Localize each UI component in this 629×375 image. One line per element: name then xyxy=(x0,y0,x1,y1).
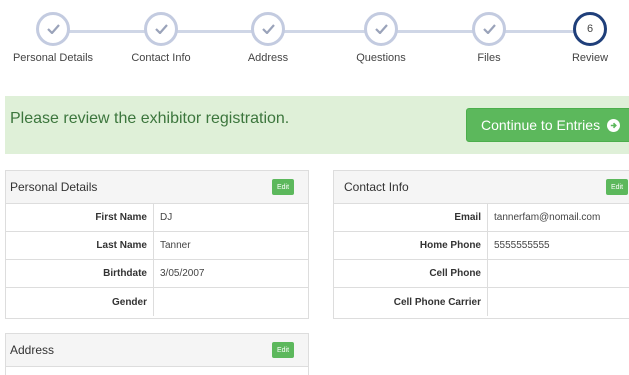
contact-info-panel: Contact Info Edit Email tannerfam@nomail… xyxy=(333,170,629,319)
banner-message: Please review the exhibitor registration… xyxy=(10,110,290,127)
progress-stepper: Personal Details Contact Info Address Qu… xyxy=(0,0,629,90)
field-label: Cell Phone Carrier xyxy=(334,288,488,316)
table-row: Cell Phone Carrier xyxy=(334,288,629,316)
table-row: Birthdate 3/05/2007 xyxy=(6,260,308,288)
panel-title: Personal Details xyxy=(10,180,98,194)
panel-header: Address Edit xyxy=(6,334,308,367)
field-label: Last Name xyxy=(6,232,154,259)
step-complete-circle xyxy=(472,12,506,46)
step-review[interactable]: 6 Review xyxy=(540,12,629,64)
table-row: Email tannerfam@nomail.com xyxy=(334,204,629,232)
step-label: Review xyxy=(571,52,609,64)
step-personal-details[interactable]: Personal Details xyxy=(3,12,103,64)
continue-to-entries-button[interactable]: Continue to Entries xyxy=(466,108,629,142)
check-icon xyxy=(374,24,388,34)
step-label: Address xyxy=(247,52,289,64)
table-row: Cell Phone xyxy=(334,260,629,288)
field-value: 3/05/2007 xyxy=(160,268,205,279)
field-value: DJ xyxy=(160,212,173,223)
step-complete-circle xyxy=(144,12,178,46)
table-row: First Name DJ xyxy=(6,204,308,232)
step-files[interactable]: Files xyxy=(439,12,539,64)
step-complete-circle xyxy=(364,12,398,46)
edit-contact-info-button[interactable]: Edit xyxy=(606,179,629,195)
step-address[interactable]: Address xyxy=(218,12,318,64)
step-label: Personal Details xyxy=(12,52,94,64)
field-value xyxy=(154,288,160,316)
step-current-circle: 6 xyxy=(573,12,607,46)
field-label: Home Phone xyxy=(334,232,488,259)
step-complete-circle xyxy=(251,12,285,46)
field-value xyxy=(488,260,494,287)
edit-address-button[interactable]: Edit xyxy=(272,342,295,358)
address-panel: Address Edit xyxy=(5,333,309,375)
step-label: Questions xyxy=(356,52,406,64)
panel-header: Personal Details Edit xyxy=(6,171,308,204)
check-icon xyxy=(482,24,496,34)
field-value: Tanner xyxy=(160,240,191,251)
step-label: Files xyxy=(477,52,501,64)
edit-personal-details-button[interactable]: Edit xyxy=(272,179,295,195)
step-complete-circle xyxy=(36,12,70,46)
check-icon xyxy=(46,24,60,34)
arrow-circle-right-icon xyxy=(607,118,621,132)
field-value: tannerfam@nomail.com xyxy=(494,212,601,223)
field-value: 5555555555 xyxy=(494,240,550,251)
step-questions[interactable]: Questions xyxy=(331,12,431,64)
field-label: Birthdate xyxy=(6,260,154,287)
review-banner: Please review the exhibitor registration… xyxy=(5,96,629,154)
table-row: Last Name Tanner xyxy=(6,232,308,260)
personal-details-panel: Personal Details Edit First Name DJ Last… xyxy=(5,170,309,319)
field-label: Gender xyxy=(6,288,154,316)
step-label: Contact Info xyxy=(131,52,191,64)
field-label: Cell Phone xyxy=(334,260,488,287)
step-contact-info[interactable]: Contact Info xyxy=(111,12,211,64)
field-label: First Name xyxy=(6,204,154,231)
panel-header: Contact Info Edit xyxy=(334,171,629,204)
panel-title: Address xyxy=(10,343,55,357)
check-icon xyxy=(154,24,168,34)
panel-title: Contact Info xyxy=(344,180,409,194)
continue-button-label: Continue to Entries xyxy=(481,117,601,133)
field-label: Email xyxy=(334,204,488,231)
check-icon xyxy=(261,24,275,34)
table-row: Home Phone 5555555555 xyxy=(334,232,629,260)
table-row: Gender xyxy=(6,288,308,316)
step-number: 6 xyxy=(586,23,594,35)
field-value xyxy=(488,288,494,316)
